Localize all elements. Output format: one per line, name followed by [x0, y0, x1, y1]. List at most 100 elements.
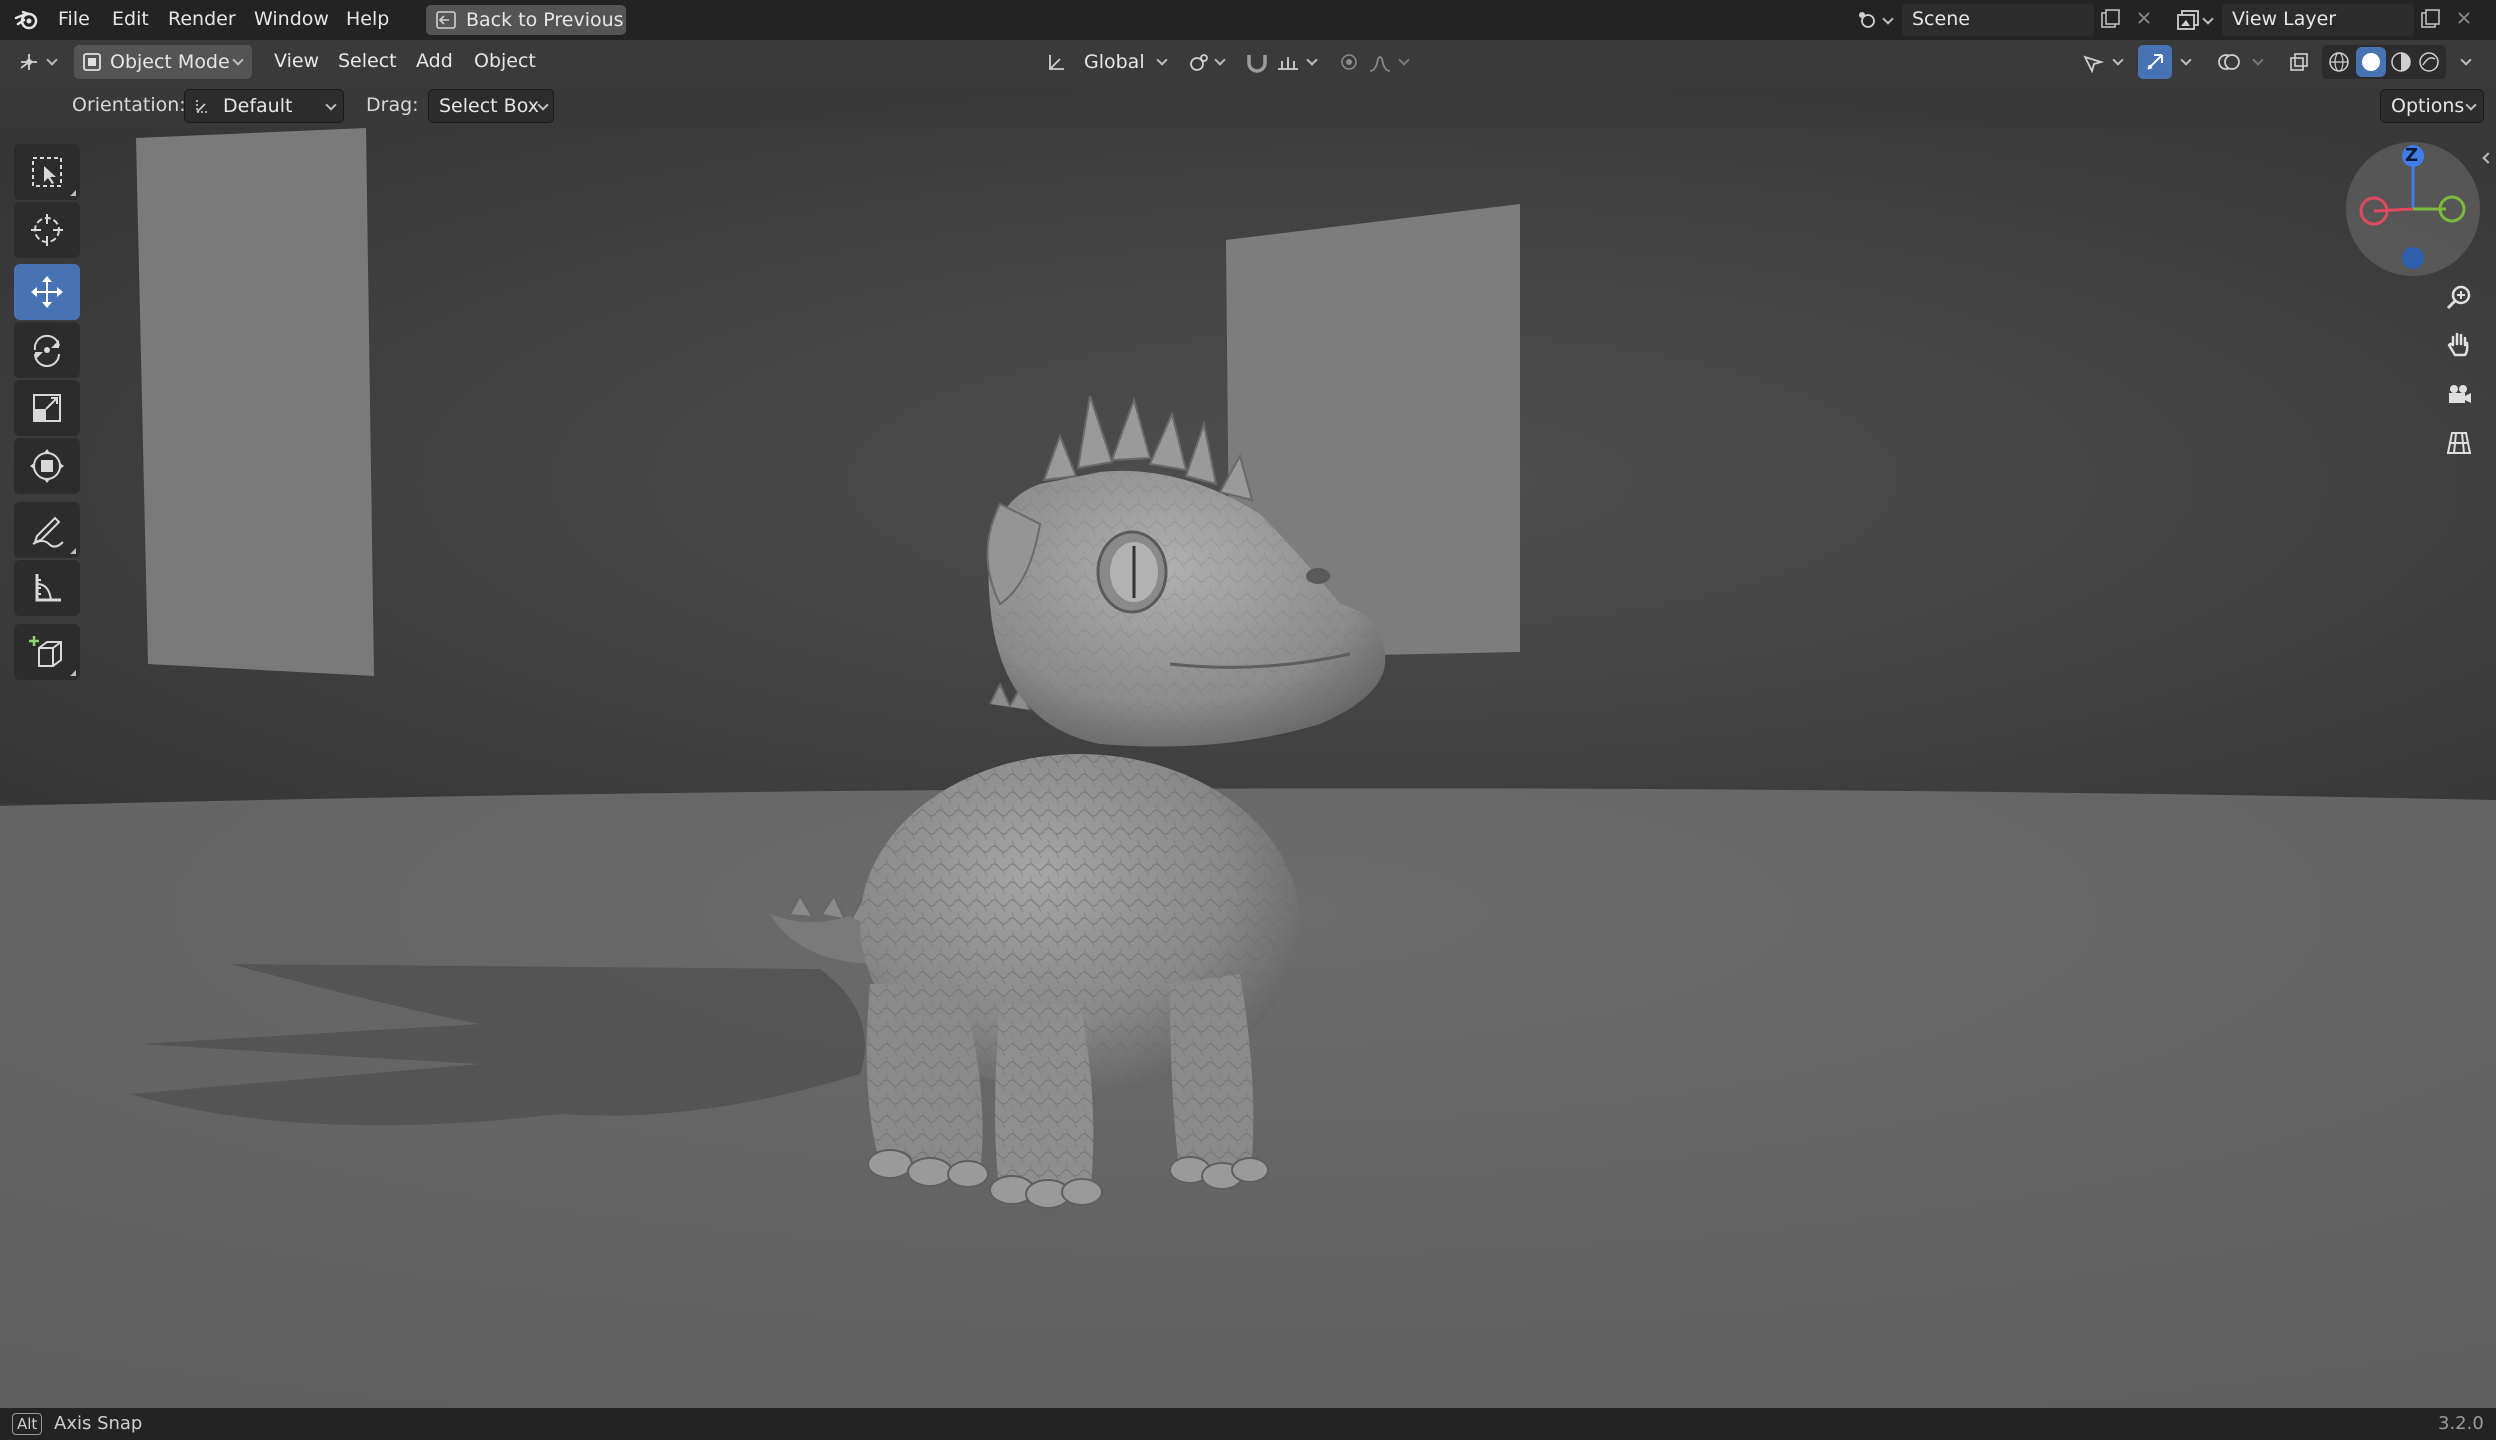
proportional-falloff-dropdown[interactable]	[1366, 45, 1416, 79]
orientation-axes-icon	[196, 100, 209, 113]
scene-name-field[interactable]: Scene	[1902, 4, 2094, 36]
select-box-icon	[32, 157, 62, 187]
rendered-sphere-icon	[2419, 52, 2439, 72]
zoom-magnifier-icon	[2446, 285, 2471, 310]
new-view-layer-icon[interactable]	[2420, 8, 2442, 30]
add-cube-icon	[29, 636, 62, 667]
zoom-view-button[interactable]	[2436, 274, 2482, 320]
orientation-dropdown[interactable]: Default	[184, 89, 344, 123]
delete-scene-icon[interactable]	[2136, 10, 2152, 26]
view-layer-name-field[interactable]: View Layer	[2222, 4, 2414, 36]
annotate-tool[interactable]	[14, 502, 80, 558]
pivot-point-icon	[1190, 54, 1208, 71]
menu-file[interactable]: File	[52, 6, 96, 32]
chevron-down-icon	[325, 99, 337, 111]
3d-viewport[interactable]	[0, 84, 2496, 1408]
menu-edit[interactable]: Edit	[106, 6, 155, 32]
view-layer-type-dropdown[interactable]	[2172, 4, 2220, 36]
header-menu-view[interactable]: View	[268, 48, 325, 74]
version-label: 3.2.0	[2438, 1413, 2484, 1434]
chevron-down-icon	[46, 54, 58, 66]
orientation-label: Orientation:	[72, 94, 186, 116]
chevron-down-icon	[2465, 99, 2477, 111]
scene-icon	[1859, 12, 1875, 28]
transform-orientation-dropdown[interactable]: Global	[1040, 45, 1176, 79]
transform-icon	[30, 449, 64, 483]
tool-settings-bar: Orientation: Default Drag: Select Box Op…	[0, 84, 2496, 128]
material-preview-button[interactable]	[2388, 49, 2414, 75]
view-layer-name: View Layer	[2232, 8, 2337, 30]
axis-snap-hint: Axis Snap	[54, 1413, 143, 1434]
chevron-down-icon	[2112, 54, 2124, 66]
blender-logo-icon[interactable]	[14, 8, 40, 32]
magnet-icon	[1247, 55, 1267, 73]
pivot-point-dropdown[interactable]	[1186, 45, 1232, 79]
perspective-toggle-button[interactable]	[2436, 420, 2482, 466]
snap-increment-icon	[1278, 57, 1298, 70]
z-axis-label: Z	[2405, 145, 2419, 166]
orientation-global-icon	[1049, 55, 1064, 70]
navigation-gizmo[interactable]: Z	[2346, 142, 2480, 276]
rotate-tool[interactable]	[14, 322, 80, 378]
proportional-editing-toggle[interactable]	[1332, 45, 1366, 79]
selectability-visibility-dropdown[interactable]	[2080, 45, 2130, 79]
header-menu-object[interactable]: Object	[468, 48, 542, 74]
scene-type-dropdown[interactable]	[1852, 4, 1900, 36]
scene-name: Scene	[1912, 8, 1970, 30]
pan-view-button[interactable]	[2436, 322, 2482, 368]
solid-shading-button[interactable]	[2356, 47, 2386, 77]
editor-type-dropdown[interactable]	[14, 46, 64, 78]
wireframe-shading-button[interactable]	[2326, 49, 2352, 75]
snap-toggle[interactable]	[1240, 45, 1274, 79]
scale-tool[interactable]	[14, 380, 80, 436]
xray-toggle[interactable]	[2282, 45, 2316, 79]
chevron-down-icon	[1156, 54, 1168, 66]
measure-icon	[35, 574, 61, 602]
cursor-tool[interactable]	[14, 202, 80, 258]
chevron-down-icon	[1882, 13, 1894, 25]
move-icon	[31, 276, 63, 308]
viewport-header: Object Mode View Select Add Object Globa…	[0, 40, 2496, 84]
transform-tool[interactable]	[14, 438, 80, 494]
camera-view-button[interactable]	[2436, 372, 2482, 418]
orientation-value: Default	[223, 95, 293, 117]
delete-view-layer-icon[interactable]	[2456, 10, 2472, 26]
menu-window[interactable]: Window	[248, 6, 335, 32]
menu-render[interactable]: Render	[162, 6, 242, 32]
top-bar: File Edit Render Window Help Back to Pre…	[0, 0, 2496, 40]
proportional-edit-icon	[1341, 54, 1357, 70]
overlays-toggle[interactable]	[2212, 45, 2246, 79]
shading-mode-group	[2322, 45, 2446, 79]
new-scene-icon[interactable]	[2100, 8, 2122, 30]
back-to-previous-button[interactable]: Back to Previous	[426, 5, 626, 35]
header-menu-select[interactable]: Select	[332, 48, 403, 74]
solid-sphere-icon	[2362, 53, 2380, 71]
move-tool[interactable]	[14, 264, 80, 320]
overlays-icon	[2218, 54, 2240, 70]
options-dropdown[interactable]: Options	[2380, 89, 2484, 123]
rendered-shading-button[interactable]	[2416, 49, 2442, 75]
header-menu-add[interactable]: Add	[410, 48, 459, 74]
measure-tool[interactable]	[14, 560, 80, 616]
material-sphere-icon	[2391, 52, 2411, 72]
drag-dropdown[interactable]: Select Box	[428, 89, 554, 123]
select-box-tool[interactable]	[14, 144, 80, 200]
options-label: Options	[2391, 95, 2465, 117]
gizmo-dropdown-chevron-icon[interactable]	[2180, 54, 2192, 66]
menu-help[interactable]: Help	[340, 6, 395, 32]
chevron-down-icon	[1398, 54, 1410, 66]
add-cube-tool[interactable]	[14, 624, 80, 680]
grid-perspective-icon	[2446, 432, 2472, 454]
shading-dropdown-chevron-icon[interactable]	[2460, 54, 2472, 66]
tool-corner-icon	[70, 190, 76, 196]
mode-dropdown[interactable]: Object Mode	[74, 45, 252, 79]
alt-key-badge: Alt	[12, 1413, 43, 1435]
cursor-icon	[31, 214, 63, 246]
drag-label: Drag:	[366, 94, 419, 116]
chevron-down-icon	[1306, 54, 1318, 66]
overlays-dropdown-chevron-icon[interactable]	[2252, 54, 2264, 66]
object-mode-icon	[83, 53, 101, 71]
gizmo-toggle[interactable]	[2138, 45, 2172, 79]
hand-icon	[2447, 332, 2469, 357]
snap-target-dropdown[interactable]	[1274, 45, 1324, 79]
